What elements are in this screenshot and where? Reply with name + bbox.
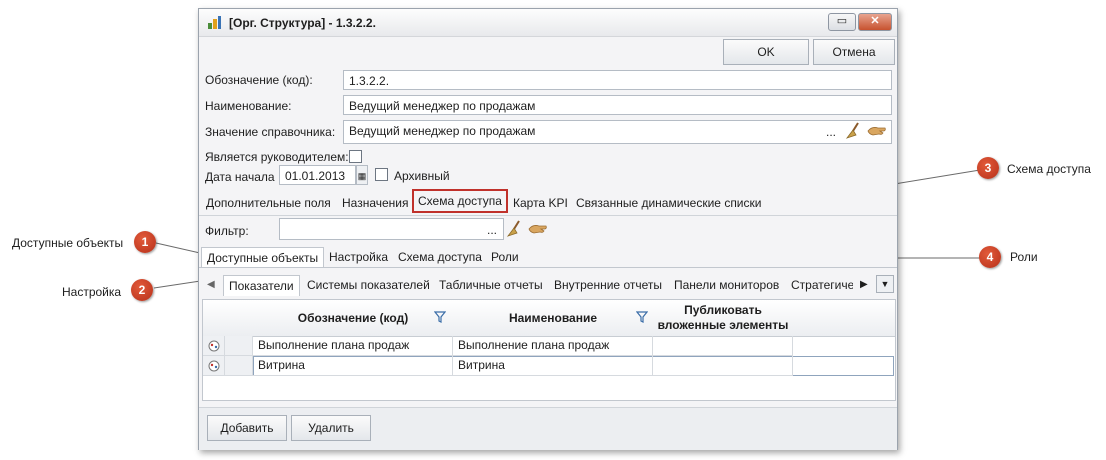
column-header-publish-label: Публиковать вложенные элементы	[657, 303, 789, 332]
ref-label: Значение справочника:	[205, 125, 336, 139]
table-cell[interactable]	[653, 356, 793, 376]
column-header-code[interactable]: Обозначение (код)	[253, 300, 454, 337]
subtab-divider	[199, 267, 897, 268]
row-icon[interactable]	[203, 356, 225, 376]
tab-additional-fields[interactable]: Дополнительные поля	[206, 193, 331, 213]
callout-marker-3: 3	[977, 157, 999, 179]
callout-label-4: Роли	[1010, 250, 1038, 264]
tab-divider	[199, 215, 897, 216]
name-label: Наименование:	[205, 99, 292, 113]
subtab-roles[interactable]: Роли	[491, 247, 519, 267]
calendar-icon[interactable]: ▦	[356, 165, 368, 185]
callout-marker-1: 1	[134, 231, 156, 253]
filter-broom-icon[interactable]	[505, 220, 525, 238]
filter-hand-icon[interactable]	[528, 222, 548, 236]
table-cell[interactable]: Выполнение плана продаж	[453, 336, 653, 356]
tab-assignments[interactable]: Назначения	[342, 193, 409, 213]
filter-field[interactable]	[279, 218, 504, 240]
table-cell[interactable]: Выполнение плана продаж	[253, 336, 453, 356]
grid-header-filler	[793, 300, 895, 337]
callout-label-3: Схема доступа	[1007, 162, 1091, 176]
callout-marker-4: 4	[979, 246, 1001, 268]
callout-label-1: Доступные объекты	[12, 236, 124, 250]
is-head-checkbox[interactable]	[349, 150, 362, 163]
table-cell[interactable]: Витрина	[253, 356, 453, 376]
table-cell[interactable]	[653, 336, 793, 356]
tab-scroll-left-icon[interactable]: ◀	[207, 275, 215, 295]
data-grid: Обозначение (код) Наименование Публикова…	[202, 299, 896, 401]
gridtab-internal-reports[interactable]: Внутренние отчеты	[554, 275, 662, 295]
ref-value: Ведущий менеджер по продажам	[349, 124, 536, 138]
filter-label: Фильтр:	[205, 224, 249, 238]
window-title: [Орг. Структура] - 1.3.2.2.	[229, 16, 376, 30]
archive-checkbox[interactable]	[375, 168, 388, 181]
callout-label-2: Настройка	[62, 285, 122, 299]
filter-dots-button[interactable]: ...	[487, 223, 497, 237]
cancel-button[interactable]: Отмена	[813, 39, 895, 65]
column-header-code-label: Обозначение (код)	[297, 311, 409, 325]
archive-label: Архивный	[394, 169, 450, 183]
maximize-button[interactable]: ▭	[828, 13, 856, 31]
subtab-settings[interactable]: Настройка	[329, 247, 388, 267]
object-icon	[208, 360, 219, 372]
tab-list-dropdown-icon[interactable]: ▼	[876, 275, 894, 293]
column-header-name[interactable]: Наименование	[453, 300, 654, 337]
close-icon: ✕	[870, 15, 880, 27]
gridtab-strategic[interactable]: Стратегиче	[791, 275, 853, 295]
column-header-name-label: Наименование	[508, 311, 598, 325]
grid-indicator-header	[225, 300, 254, 337]
ref-field[interactable]: Ведущий менеджер по продажам	[343, 120, 892, 144]
row-icon[interactable]	[203, 336, 225, 356]
column-header-publish[interactable]: Публиковать вложенные элементы	[653, 300, 794, 337]
tab-access-scheme[interactable]: Схема доступа	[412, 189, 508, 213]
add-button[interactable]: Добавить	[207, 415, 287, 441]
table-cell[interactable]: Витрина	[453, 356, 653, 376]
name-field[interactable]: Ведущий менеджер по продажам	[343, 95, 892, 115]
tab-scroll-right-icon[interactable]: ▶	[860, 275, 868, 295]
gridtab-indicators[interactable]: Показатели	[223, 275, 300, 296]
gridtab-monitor-panels[interactable]: Панели мониторов	[674, 275, 779, 295]
subtab-access-scheme[interactable]: Схема доступа	[398, 247, 482, 267]
filter-icon[interactable]	[434, 311, 446, 323]
delete-button[interactable]: Удалить	[291, 415, 371, 441]
code-field[interactable]: 1.3.2.2.	[343, 70, 892, 90]
row-indicator[interactable]	[225, 356, 253, 376]
app-icon	[208, 16, 221, 29]
start-date-label: Дата начала	[205, 170, 275, 184]
hand-icon[interactable]	[867, 124, 887, 138]
broom-icon[interactable]	[844, 122, 864, 140]
close-button[interactable]: ✕	[858, 13, 892, 31]
tab-linked-lists[interactable]: Связанные динамические списки	[576, 193, 761, 213]
maximize-icon: ▭	[836, 15, 848, 27]
title-bar[interactable]: [Орг. Структура] - 1.3.2.2. ▭ ✕	[199, 9, 897, 37]
tab-kpi-map[interactable]: Карта KPI	[513, 193, 568, 213]
code-label: Обозначение (код):	[205, 73, 313, 87]
gridtab-table-reports[interactable]: Табличные отчеты	[439, 275, 543, 295]
gridtab-indicator-systems[interactable]: Системы показателей	[307, 275, 430, 295]
subtab-available-objects[interactable]: Доступные объекты	[201, 247, 325, 268]
ok-button[interactable]: OK	[723, 39, 809, 65]
filter-icon[interactable]	[636, 311, 648, 323]
is-head-label: Является руководителем:	[205, 150, 349, 164]
grid-corner	[203, 300, 226, 337]
row-indicator[interactable]	[225, 336, 253, 356]
dialog-window: [Орг. Структура] - 1.3.2.2. ▭ ✕ OK Отмен…	[198, 8, 898, 450]
ref-dots-button[interactable]: ...	[826, 125, 836, 139]
object-icon	[208, 340, 219, 352]
callout-marker-2: 2	[131, 279, 153, 301]
start-date-field[interactable]: 01.01.2013	[279, 165, 356, 185]
